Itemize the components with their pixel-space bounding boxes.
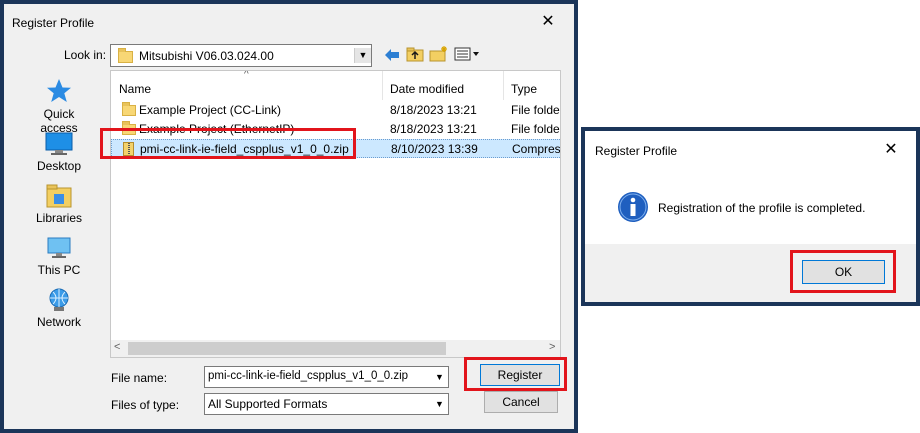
network-icon (49, 288, 69, 311)
column-name[interactable]: Name (119, 78, 151, 100)
cancel-button[interactable]: Cancel (484, 391, 558, 413)
files-of-type-label: Files of type: (111, 398, 180, 412)
scroll-right-icon[interactable]: > (549, 341, 555, 353)
column-date-modified[interactable]: Date modified (390, 78, 464, 100)
new-folder-icon[interactable] (429, 45, 449, 62)
chevron-down-icon[interactable]: ▼ (354, 48, 371, 63)
close-icon[interactable]: ✕ (879, 142, 903, 162)
quick-access-star-icon (47, 79, 71, 102)
place-desktop[interactable]: Desktop (24, 132, 94, 173)
message-dialog: Register Profile ✕ Registration of the p… (581, 127, 920, 306)
place-this-pc[interactable]: This PC (24, 236, 94, 277)
place-network[interactable]: Network (24, 288, 94, 329)
info-icon (618, 192, 648, 222)
folder-icon (118, 48, 133, 63)
dialog-client-area: Register Profile ✕ Look in: Mitsubishi V… (4, 4, 574, 429)
place-label: Libraries (35, 211, 83, 225)
file-name: Example Project (CC-Link) (139, 103, 282, 117)
place-label: This PC (37, 263, 81, 277)
file-date: 8/18/2023 13:21 (390, 103, 477, 117)
places-bar: Quick access Desktop Libraries This PC N… (24, 72, 96, 342)
back-arrow-icon[interactable] (384, 48, 400, 62)
file-date: 8/10/2023 13:39 (391, 142, 478, 156)
list-item[interactable]: Example Project (CC-Link) 8/18/2023 13:2… (111, 101, 561, 120)
register-profile-dialog: Register Profile ✕ Look in: Mitsubishi V… (0, 0, 578, 433)
file-name-label: File name: (111, 371, 168, 385)
place-label: Network (36, 315, 81, 329)
chevron-down-icon[interactable]: ▼ (432, 396, 447, 412)
file-list[interactable]: ^ Name Date modified Type Example Projec… (110, 70, 561, 358)
look-in-combobox[interactable]: Mitsubishi V06.03.024.00 ▼ (110, 44, 372, 67)
message-dialog-client: Register Profile ✕ Registration of the p… (585, 131, 916, 302)
this-pc-icon (47, 237, 71, 258)
scroll-left-icon[interactable]: < (114, 341, 120, 353)
file-type: File folder (511, 103, 561, 117)
message-dialog-title: Register Profile (595, 144, 678, 158)
look-in-value: Mitsubishi V06.03.024.00 (139, 49, 274, 63)
file-type: File folder (511, 122, 561, 136)
file-list-header: Name Date modified Type (111, 71, 560, 100)
highlight-selected-file (100, 128, 356, 159)
highlight-register-button (464, 357, 567, 391)
message-text: Registration of the profile is completed… (658, 201, 866, 215)
place-label: Quick access (40, 107, 78, 135)
file-date: 8/18/2023 13:21 (390, 122, 477, 136)
desktop-icon (45, 132, 73, 155)
up-folder-icon[interactable] (406, 46, 424, 62)
place-label: Desktop (36, 159, 82, 173)
file-name-combobox[interactable]: pmi-cc-link-ie-field_cspplus_v1_0_0.zip … (204, 366, 449, 388)
column-divider (503, 71, 504, 100)
look-in-label: Look in: (64, 48, 107, 62)
close-icon[interactable]: ✕ (536, 14, 560, 34)
files-of-type-select[interactable]: All Supported Formats ▼ (204, 393, 449, 415)
chevron-down-icon[interactable]: ▼ (432, 369, 447, 385)
view-menu-icon[interactable] (454, 47, 480, 61)
column-type[interactable]: Type (511, 78, 537, 100)
folder-icon (122, 102, 136, 116)
place-libraries[interactable]: Libraries (24, 184, 94, 225)
horizontal-scrollbar[interactable]: < > (111, 340, 560, 357)
file-name-value: pmi-cc-link-ie-field_cspplus_v1_0_0.zip (208, 370, 409, 382)
column-divider (382, 71, 383, 100)
place-quick-access[interactable]: Quick access (24, 78, 94, 135)
file-type: Compress (512, 142, 561, 156)
scrollbar-thumb[interactable] (128, 342, 446, 355)
files-of-type-value: All Supported Formats (208, 397, 328, 411)
dialog-title: Register Profile (12, 16, 95, 30)
highlight-ok-button (790, 250, 896, 293)
libraries-icon (46, 184, 72, 208)
